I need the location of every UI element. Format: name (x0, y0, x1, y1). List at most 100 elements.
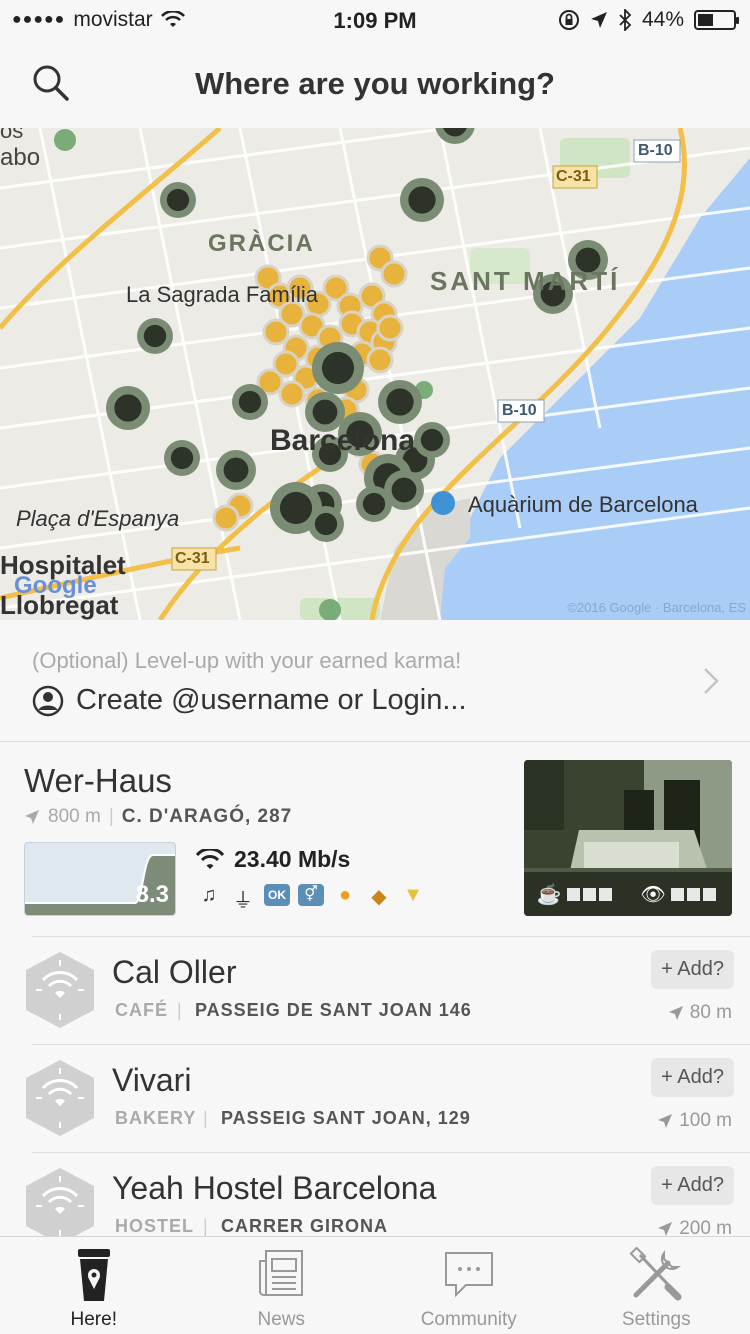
login-banner[interactable]: (Optional) Level-up with your earned kar… (0, 620, 750, 742)
status-bar: ●●●●● movistar 1:09 PM 44% (0, 0, 750, 40)
venue-marker-core (362, 492, 386, 516)
add-venue-button[interactable]: + Add? (651, 1166, 734, 1205)
login-cta-label: Create @username or Login... (76, 684, 467, 716)
road-shield-b10: B-10 (502, 402, 537, 419)
bluetooth-icon (619, 9, 632, 31)
plug-icon: ⏚ (233, 890, 253, 912)
venue-distance: 80 m (668, 1002, 732, 1024)
chat-bubble-icon (444, 1252, 493, 1298)
coffee-rating-squares (567, 884, 615, 906)
venue-marker[interactable] (380, 260, 408, 288)
venue-marker[interactable] (376, 314, 404, 342)
venue-marker-core (238, 390, 262, 414)
row-divider (32, 936, 750, 937)
venue-marker-core (321, 351, 355, 385)
add-venue-button[interactable]: + Add? (651, 950, 734, 989)
venue-marker-core (114, 394, 142, 422)
food-icon: ● (338, 884, 352, 906)
venue-marker[interactable] (262, 318, 290, 346)
map-copyright: ©2016 Google · Barcelona, ES (567, 600, 746, 615)
venue-name: Yeah Hostel Barcelona (112, 1170, 437, 1206)
venue-address: PASSEIG DE SANT JOAN 146 (195, 1000, 472, 1020)
location-arrow-icon (590, 12, 607, 28)
rotation-lock-icon (558, 10, 579, 30)
tools-icon (629, 1247, 682, 1301)
venue-photo-ratings: ☕ 👁 (524, 872, 732, 916)
poi-icon (431, 491, 455, 515)
location-arrow-icon (25, 810, 39, 824)
venue-meta: 800 m | C. D'ARAGÓ, 287 (24, 806, 292, 828)
battery-fill (698, 14, 713, 26)
tab-community[interactable]: Community (375, 1237, 563, 1334)
map-label-gracia: GRÀCIA (208, 230, 315, 257)
add-venue-button[interactable]: + Add? (651, 1058, 734, 1097)
venue-marker-core (408, 186, 436, 214)
venue-photo[interactable]: ☕ 👁 (524, 760, 732, 916)
rating-chart: 8.3 (24, 842, 176, 916)
login-cta[interactable]: Create @username or Login... (32, 684, 467, 717)
location-arrow-icon (668, 1006, 683, 1020)
tab-settings-label: Settings (621, 1309, 691, 1330)
map-label-sagrada: La Sagrada Família (126, 282, 318, 307)
battery-icon (694, 10, 739, 30)
venue-name: Cal Oller (112, 954, 237, 990)
coffee-rating: ☕ (537, 882, 615, 907)
ok-icon: OK (264, 884, 290, 906)
venue-distance: 100 m (657, 1110, 732, 1132)
wifi-hexagon-icon (26, 952, 94, 1028)
user-icon (32, 685, 64, 716)
venue-marker-core (223, 457, 249, 483)
venue-marker-core (143, 324, 167, 348)
nav-bar: Where are you working? (0, 40, 750, 128)
venue-marker-core (420, 428, 444, 452)
view-rating: 👁 (640, 882, 719, 907)
chevron-right-icon (704, 668, 719, 694)
venue-marker-core (391, 477, 417, 503)
battery-percent: 44% (641, 8, 684, 31)
venue-category: CAFÉ (115, 1000, 168, 1020)
tab-settings[interactable]: Settings (563, 1237, 750, 1334)
venue-category: HOSTEL (115, 1216, 195, 1236)
tab-news[interactable]: News (188, 1237, 376, 1334)
map-label-sant-marti: SANT MARTÍ (430, 266, 621, 296)
venue-address: PASSEIG SANT JOAN, 129 (221, 1108, 471, 1128)
meta-separator: | (203, 1216, 208, 1236)
venue-marker[interactable] (278, 380, 306, 408)
rating-value: 8.3 (135, 881, 169, 908)
tab-community-label: Community (420, 1309, 517, 1330)
login-hint: (Optional) Level-up with your earned kar… (32, 648, 462, 673)
page-title: Where are you working? (194, 66, 555, 101)
poi-icon (54, 129, 76, 151)
wifi-hexagon-icon (26, 1168, 94, 1244)
venue-marker[interactable] (366, 346, 394, 374)
venue-row[interactable]: Cal Oller CAFÉ | PASSEIG DE SANT JOAN 146 + … (0, 936, 750, 1044)
drink-icon: ▼ (403, 884, 423, 906)
map-label-aquarium: Aquàrium de Barcelona (468, 492, 698, 517)
location-arrow-icon (658, 1222, 673, 1236)
map-view[interactable]: os abo GRÀCIA SANT MARTÍ La Sagrada Famí… (0, 128, 750, 620)
map-label-partial: os (0, 128, 24, 143)
wifi-icon (196, 848, 224, 869)
row-divider (32, 1152, 750, 1153)
location-arrow-icon (658, 1114, 673, 1128)
venue-marker-core (279, 491, 313, 525)
venue-marker-core (314, 512, 338, 536)
venue-row[interactable]: Vivari BAKERY | PASSEIG SANT JOAN, 129 + Add… (0, 1044, 750, 1152)
music-icon: ♫ (201, 884, 217, 906)
map-label-partial: abo (0, 144, 41, 171)
venue-marker-core (170, 446, 194, 470)
google-logo: Google (14, 572, 97, 599)
coffee-icon: ☕ (536, 883, 562, 906)
road-shield-c31: C-31 (556, 168, 591, 185)
featured-venue-card[interactable]: Wer-Haus 800 m | C. D'ARAGÓ, 287 8.3 23.… (0, 742, 750, 936)
venue-marker[interactable] (212, 504, 240, 532)
restroom-icon: ⚥ (298, 884, 324, 906)
meta-separator: | (108, 806, 114, 827)
venue-marker-core (166, 188, 190, 212)
tab-here-label: Here! (70, 1309, 117, 1330)
meta-separator: | (203, 1108, 208, 1128)
wifi-speed-value: 23.40 Mb/s (234, 846, 351, 872)
tab-here[interactable]: Here! (0, 1237, 188, 1334)
venue-name: Wer-Haus (24, 762, 172, 799)
newspaper-icon (259, 1250, 304, 1296)
